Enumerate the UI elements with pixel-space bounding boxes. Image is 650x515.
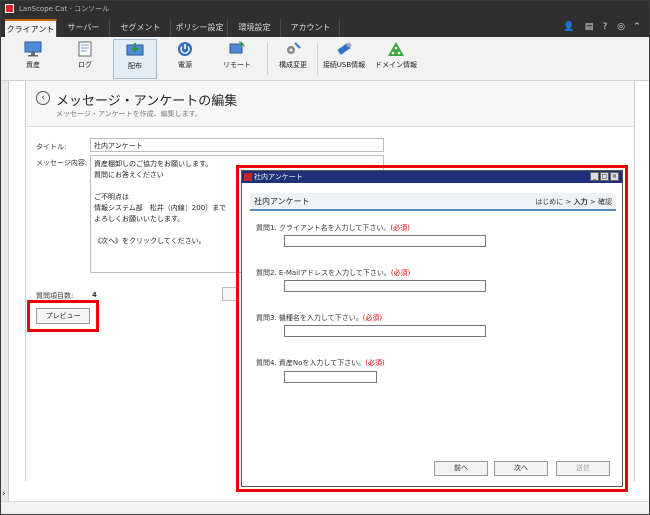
- page-title: メッセージ・アンケートの編集: [56, 94, 238, 109]
- toolbar-distribute-button[interactable]: 配布: [113, 39, 157, 79]
- remote-icon: [229, 41, 245, 54]
- collapse-icon[interactable]: ⌃: [631, 21, 643, 33]
- power-icon: [178, 42, 192, 56]
- expand-sidebar-icon[interactable]: ›: [2, 489, 6, 499]
- distribute-icon: [126, 43, 144, 56]
- config-icon: [287, 42, 301, 54]
- title-bar: LanScope Cat - コンソール: [1, 1, 649, 17]
- tab-policy[interactable]: ポリシー設定: [172, 19, 228, 37]
- page-subtitle: メッセージ・アンケートを作成、編集します。: [56, 110, 202, 118]
- usb-icon: [337, 42, 352, 55]
- tab-segment[interactable]: セグメント: [111, 19, 171, 37]
- status-bar: [1, 501, 649, 514]
- toolbar-label: 構成変更: [279, 61, 307, 69]
- toolbar-label: 配布: [128, 62, 142, 70]
- toolbar-label: 資産: [26, 61, 40, 69]
- title-label: タイトル:: [36, 143, 67, 151]
- tab-server[interactable]: サーバー: [58, 19, 110, 37]
- page-header: ‹ メッセージ・アンケートの編集 メッセージ・アンケートを作成、編集します。: [26, 81, 634, 127]
- toolbar-label: 電源: [178, 61, 192, 69]
- domain-icon: [388, 42, 404, 56]
- toolbar-domain-button[interactable]: ドメイン情報: [373, 39, 419, 79]
- toolbar-label: ログ: [78, 61, 92, 69]
- globe-icon[interactable]: ◎: [615, 21, 627, 33]
- toolbar: 資産 ログ 配布 電源 リモート 構成変更 接続USB情報 ドメイン情報: [1, 37, 649, 81]
- help-icon[interactable]: ?: [599, 21, 611, 33]
- main-tab-bar: クライアント サーバー セグメント ポリシー設定 環境設定 アカウント 👤 ▤ …: [1, 17, 649, 37]
- tab-client[interactable]: クライアント: [5, 19, 57, 37]
- toolbar-label: ドメイン情報: [375, 61, 417, 69]
- user-icon[interactable]: 👤: [563, 21, 575, 33]
- tab-environment[interactable]: 環境設定: [229, 19, 281, 37]
- toolbar-remote-button[interactable]: リモート: [215, 39, 259, 79]
- tab-account[interactable]: アカウント: [282, 19, 340, 37]
- preview-highlight-box: [27, 300, 99, 332]
- app-window: LanScope Cat - コンソール クライアント サーバー セグメント ポ…: [0, 0, 650, 515]
- window-title: LanScope Cat - コンソール: [19, 5, 110, 13]
- left-sidebar: ›: [1, 81, 9, 501]
- toolbar-label: 接続USB情報: [322, 61, 366, 69]
- back-icon[interactable]: ‹: [36, 91, 50, 105]
- log-icon: [78, 41, 92, 57]
- app-logo-icon: [5, 4, 14, 13]
- toolbar-assets-button[interactable]: 資産: [13, 39, 53, 79]
- question-count-value: 4: [92, 291, 97, 299]
- monitor-icon: [24, 41, 42, 57]
- toolbar-divider: [267, 43, 268, 75]
- toolbar-usb-button[interactable]: 接続USB情報: [319, 39, 369, 79]
- toolbar-power-button[interactable]: 電源: [165, 39, 205, 79]
- toolbar-log-button[interactable]: ログ: [65, 39, 105, 79]
- toolbar-label: リモート: [223, 61, 251, 69]
- content-label: メッセージ内容:: [36, 159, 88, 167]
- list-icon[interactable]: ▤: [583, 21, 595, 33]
- toolbar-divider: [317, 43, 318, 75]
- toolbar-config-change-button[interactable]: 構成変更: [271, 39, 315, 79]
- title-field[interactable]: 社内アンケート: [90, 138, 384, 152]
- dialog-highlight-box: [236, 165, 628, 492]
